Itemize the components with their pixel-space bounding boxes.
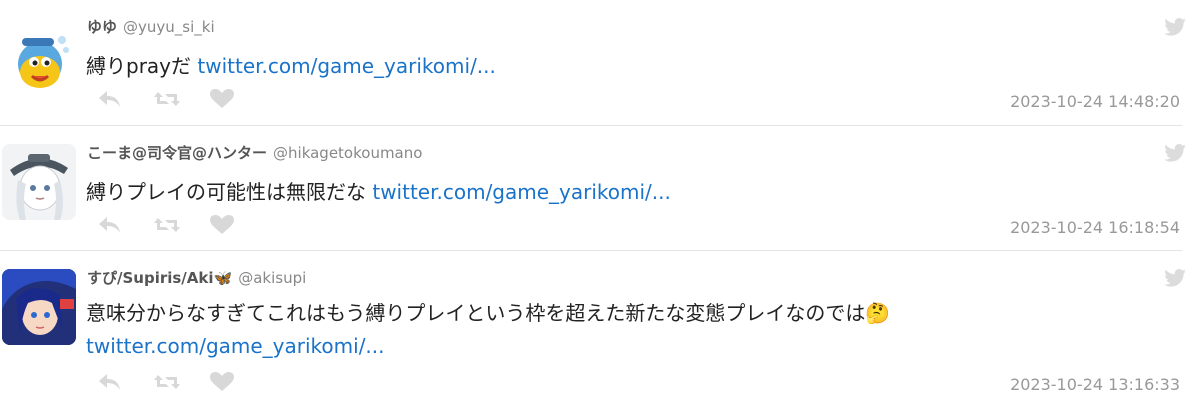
heart-icon[interactable] (210, 371, 266, 393)
user-handle[interactable]: @hikagetokoumano (273, 144, 422, 162)
retweet-icon[interactable] (154, 214, 210, 236)
user-name[interactable]: すぴ/Supiris/Aki🦋 (87, 267, 232, 288)
reply-icon[interactable] (98, 214, 154, 236)
tweet-actions (98, 371, 266, 393)
retweet-icon[interactable] (154, 371, 210, 393)
tweet-text: 意味分からなすぎてこれはもう縛りプレイという枠を超えた新たな変態プレイなのでは🤔… (86, 298, 1126, 361)
heart-icon[interactable] (210, 88, 266, 110)
avatar[interactable] (2, 269, 76, 345)
tweet-header: ゆゆ @yuyu_si_ki (87, 16, 215, 37)
tweet-card: ゆゆ @yuyu_si_ki 縛りprayだ twitter.com/game_… (0, 0, 1200, 125)
reply-icon[interactable] (98, 371, 154, 393)
user-name[interactable]: こーま@司令官@ハンター (87, 142, 267, 163)
tweet-timestamp[interactable]: 2023-10-24 16:18:54 (1010, 218, 1180, 237)
user-name[interactable]: ゆゆ (87, 16, 117, 37)
tweet-header: すぴ/Supiris/Aki🦋 @akisupi (87, 267, 306, 288)
tweet-actions (98, 214, 266, 236)
avatar[interactable] (2, 144, 76, 220)
tweet-text: 縛りprayだ twitter.com/game_yarikomi/... (86, 51, 496, 81)
twitter-bird-icon[interactable] (1164, 269, 1186, 287)
retweet-icon[interactable] (154, 88, 210, 110)
tweet-text-content: 意味分からなすぎてこれはもう縛りプレイという枠を超えた新たな変態プレイなのでは🤔 (86, 301, 891, 325)
user-handle[interactable]: @akisupi (238, 269, 306, 287)
tweet-timestamp[interactable]: 2023-10-24 14:48:20 (1010, 92, 1180, 111)
tweet-link[interactable]: twitter.com/game_yarikomi/... (372, 180, 671, 204)
tweet-link[interactable]: twitter.com/game_yarikomi/... (197, 54, 496, 78)
twitter-bird-icon[interactable] (1164, 144, 1186, 162)
reply-icon[interactable] (98, 88, 154, 110)
tweet-header: こーま@司令官@ハンター @hikagetokoumano (87, 142, 422, 163)
user-handle[interactable]: @yuyu_si_ki (123, 18, 215, 36)
tweet-timestamp[interactable]: 2023-10-24 13:16:33 (1010, 375, 1180, 394)
twitter-bird-icon[interactable] (1164, 18, 1186, 36)
tweet-text-content: 縛りprayだ (86, 54, 198, 78)
tweet-card: すぴ/Supiris/Aki🦋 @akisupi 意味分からなすぎてこれはもう縛… (0, 251, 1200, 416)
tweet-link[interactable]: twitter.com/game_yarikomi/... (86, 331, 1126, 361)
avatar[interactable] (2, 22, 76, 98)
tweet-actions (98, 88, 266, 110)
heart-icon[interactable] (210, 214, 266, 236)
tweet-text-content: 縛りプレイの可能性は無限だな (86, 180, 373, 204)
tweet-card: こーま@司令官@ハンター @hikagetokoumano 縛りプレイの可能性は… (0, 126, 1200, 250)
tweet-text: 縛りプレイの可能性は無限だな twitter.com/game_yarikomi… (86, 177, 671, 207)
